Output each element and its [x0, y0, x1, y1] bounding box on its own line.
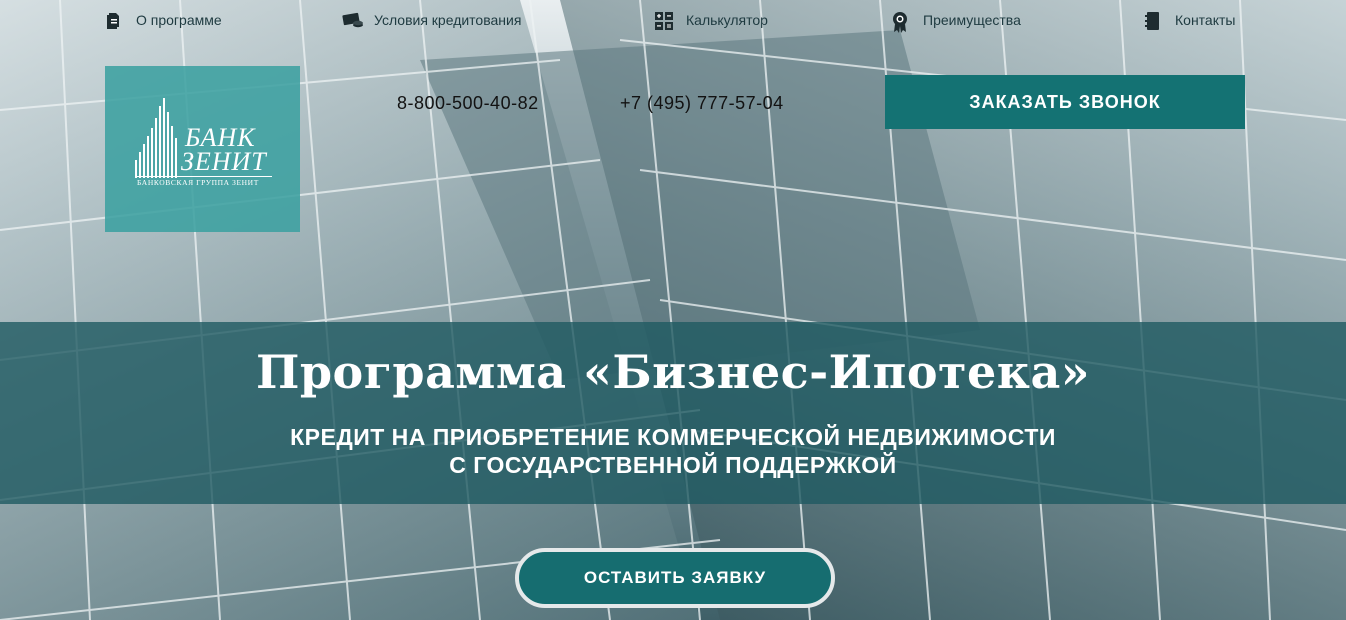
contacts-icon	[1143, 11, 1161, 30]
nav-item-advantages[interactable]: Преимущества	[891, 9, 1021, 33]
subtitle-line-2: С ГОСУДАРСТВЕННОЙ ПОДДЕРЖКОЙ	[449, 452, 897, 478]
nav-item-terms[interactable]: Условия кредитования	[342, 9, 521, 31]
money-icon	[342, 11, 363, 29]
phone-number-toll-free[interactable]: 8-800-500-40-82	[397, 93, 539, 114]
subtitle-line-1: КРЕДИТ НА ПРИОБРЕТЕНИЕ КОММЕРЧЕСКОЙ НЕДВ…	[290, 424, 1056, 450]
nav-item-label: Контакты	[1175, 12, 1236, 28]
nav-item-about[interactable]: О программе	[104, 9, 222, 31]
bank-logo[interactable]: БАНК ЗЕНИТ БАНКОВСКАЯ ГРУППА ЗЕНИТ	[105, 66, 300, 232]
document-icon	[104, 11, 122, 29]
nav-item-contacts[interactable]: Контакты	[1143, 9, 1235, 31]
page-subtitle: КРЕДИТ НА ПРИОБРЕТЕНИЕ КОММЕРЧЕСКОЙ НЕДВ…	[0, 423, 1346, 479]
nav-item-label: Условия кредитования	[374, 12, 522, 28]
logo-text-zenit: ЗЕНИТ	[181, 147, 267, 176]
top-navigation: О программе Условия кредитования Калькул…	[0, 0, 1346, 40]
nav-item-calculator[interactable]: Калькулятор	[654, 9, 768, 31]
nav-item-label: Преимущества	[923, 12, 1021, 28]
phone-number-moscow[interactable]: +7 (495) 777-57-04	[620, 93, 784, 114]
submit-application-button[interactable]: ОСТАВИТЬ ЗАЯВКУ	[515, 548, 835, 608]
logo-tagline: БАНКОВСКАЯ ГРУППА ЗЕНИТ	[137, 176, 272, 187]
calculator-icon	[654, 11, 673, 30]
nav-item-label: Калькулятор	[686, 12, 768, 28]
nav-item-label: О программе	[136, 12, 222, 28]
page-title: Программа «Бизнес-Ипотека»	[255, 345, 1091, 399]
request-callback-button[interactable]: ЗАКАЗАТЬ ЗВОНОК	[885, 75, 1245, 129]
award-icon	[891, 11, 909, 33]
logo-building-icon	[135, 98, 177, 178]
